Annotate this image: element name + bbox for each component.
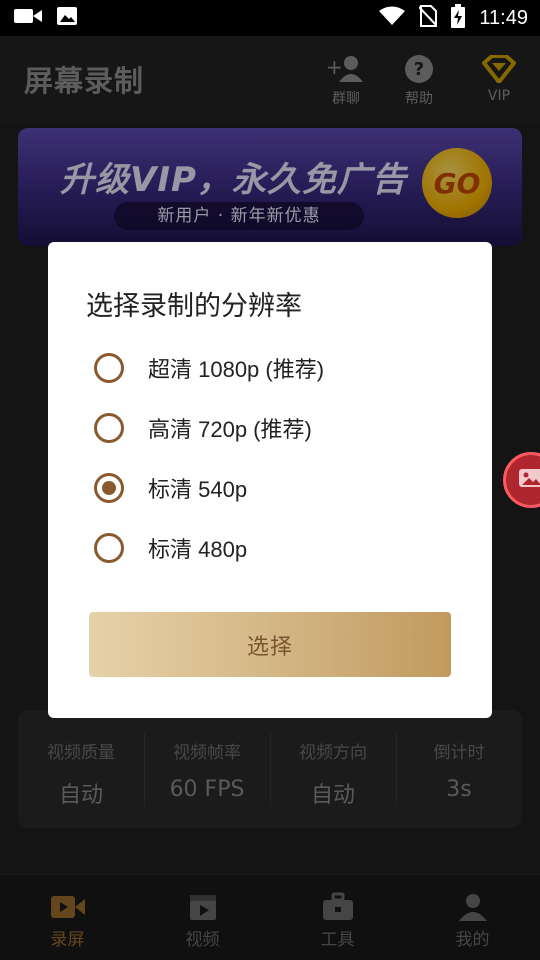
option-480p[interactable]: 标清 480p: [94, 518, 324, 578]
option-label: 高清 720p (推荐): [148, 417, 312, 442]
no-sim-icon: [418, 5, 439, 31]
image-icon: [56, 6, 78, 30]
radio-button[interactable]: [94, 533, 124, 563]
dialog-title: 选择录制的分辨率: [86, 291, 302, 322]
radio-button-checked[interactable]: [94, 473, 124, 503]
option-1080p[interactable]: 超清 1080p (推荐): [94, 338, 324, 398]
video-camera-icon: [14, 6, 42, 30]
option-540p[interactable]: 标清 540p: [94, 458, 324, 518]
resolution-options: 超清 1080p (推荐) 高清 720p (推荐) 标清 540p 标清 48…: [94, 338, 324, 578]
resolution-dialog: 选择录制的分辨率 超清 1080p (推荐) 高清 720p (推荐) 标清 5…: [48, 242, 492, 718]
battery-charging-icon: [451, 4, 466, 32]
option-label: 标清 480p: [148, 537, 248, 562]
wifi-icon: [379, 6, 406, 30]
select-button[interactable]: 选择: [89, 612, 451, 677]
option-label: 超清 1080p (推荐): [148, 357, 325, 382]
option-label: 标清 540p: [148, 477, 248, 502]
clock: 11:49: [479, 6, 528, 29]
floating-camera-icon: [518, 467, 540, 493]
status-right: 11:49: [379, 4, 528, 32]
status-bar: 11:49: [0, 0, 540, 36]
status-left: [14, 6, 78, 30]
radio-button[interactable]: [94, 353, 124, 383]
option-720p[interactable]: 高清 720p (推荐): [94, 398, 324, 458]
radio-button[interactable]: [94, 413, 124, 443]
